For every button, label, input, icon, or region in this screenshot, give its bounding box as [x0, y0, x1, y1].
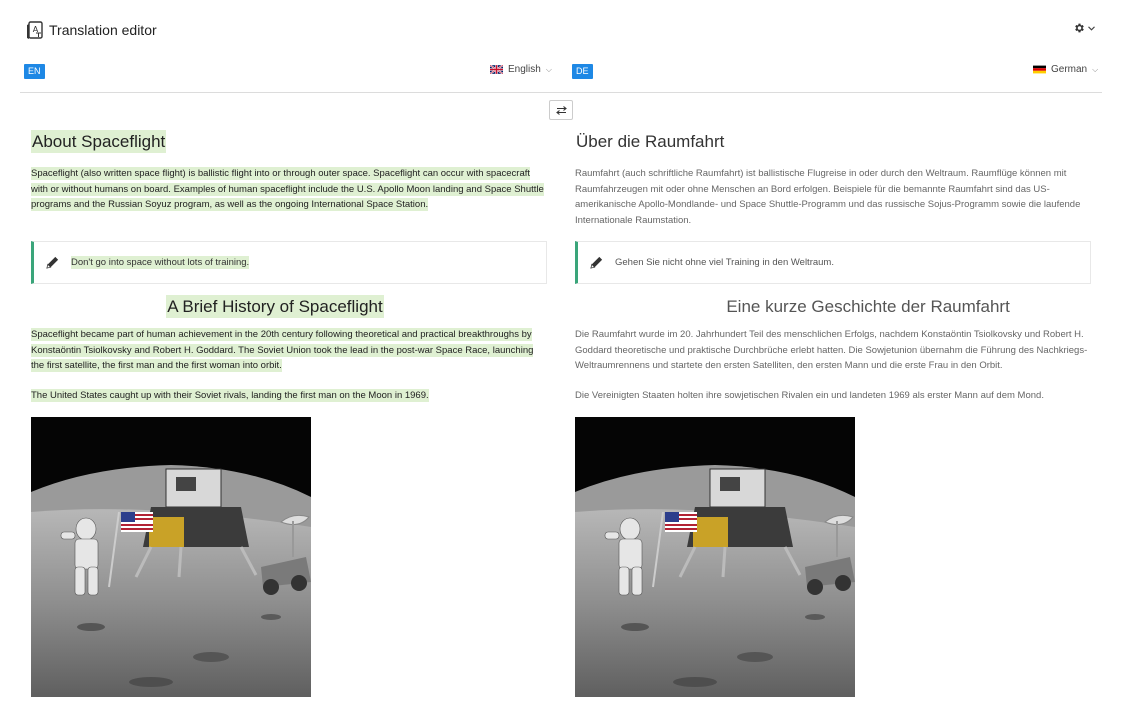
- source-language-label: English: [508, 64, 541, 75]
- settings-menu[interactable]: [1073, 22, 1095, 34]
- germany-flag-icon: [1033, 65, 1046, 74]
- moon-landing-image: [575, 417, 855, 697]
- translate-book-icon: A: [27, 21, 43, 39]
- gear-icon: [1075, 23, 1084, 33]
- source-column: About Spaceflight Spaceflight (also writ…: [31, 130, 548, 697]
- source-history-paragraph-1[interactable]: Spaceflight became part of human achieve…: [31, 327, 547, 374]
- target-intro-paragraph[interactable]: Raumfahrt (auch schriftliche Raumfahrt) …: [575, 166, 1091, 228]
- pencil-icon: [590, 256, 603, 269]
- source-history-paragraph-2[interactable]: The United States caught up with their S…: [31, 388, 547, 404]
- target-language-select[interactable]: German ⌵: [1033, 64, 1098, 75]
- chevron-down-icon: [1088, 25, 1095, 31]
- source-intro-paragraph[interactable]: Spaceflight (also written space flight) …: [31, 166, 547, 213]
- source-note-text: Don't go into space without lots of trai…: [71, 256, 250, 269]
- source-language-select[interactable]: English ⌵: [490, 64, 552, 75]
- target-history-paragraph-1[interactable]: Die Raumfahrt wurde im 20. Jahrhundert T…: [575, 327, 1091, 374]
- target-language-label: German: [1051, 64, 1088, 75]
- chevron-down-icon: ⌵: [1092, 64, 1099, 74]
- source-history-title[interactable]: A Brief History of Spaceflight: [166, 295, 384, 318]
- swap-arrows-icon: [555, 105, 567, 115]
- header-divider: [20, 92, 1102, 93]
- source-note[interactable]: Don't go into space without lots of trai…: [31, 241, 547, 284]
- target-title[interactable]: Über die Raumfahrt: [575, 130, 725, 153]
- app-title: Translation editor: [49, 22, 157, 38]
- source-title[interactable]: About Spaceflight: [31, 130, 167, 153]
- source-language-badge: EN: [24, 64, 45, 79]
- chevron-down-icon: ⌵: [545, 64, 552, 74]
- target-note[interactable]: Gehen Sie nicht ohne viel Training in de…: [575, 241, 1091, 284]
- target-history-title[interactable]: Eine kurze Geschichte der Raumfahrt: [725, 295, 1010, 318]
- target-history-paragraph-2[interactable]: Die Vereinigten Staaten holten ihre sowj…: [575, 388, 1091, 404]
- pencil-icon: [46, 256, 59, 269]
- target-note-text: Gehen Sie nicht ohne viel Training in de…: [615, 257, 834, 268]
- target-language-badge: DE: [572, 64, 593, 79]
- swap-languages-button[interactable]: [549, 100, 573, 120]
- target-column: Über die Raumfahrt Raumfahrt (auch schri…: [575, 130, 1092, 697]
- uk-flag-icon: [490, 65, 503, 74]
- moon-landing-image: [31, 417, 311, 697]
